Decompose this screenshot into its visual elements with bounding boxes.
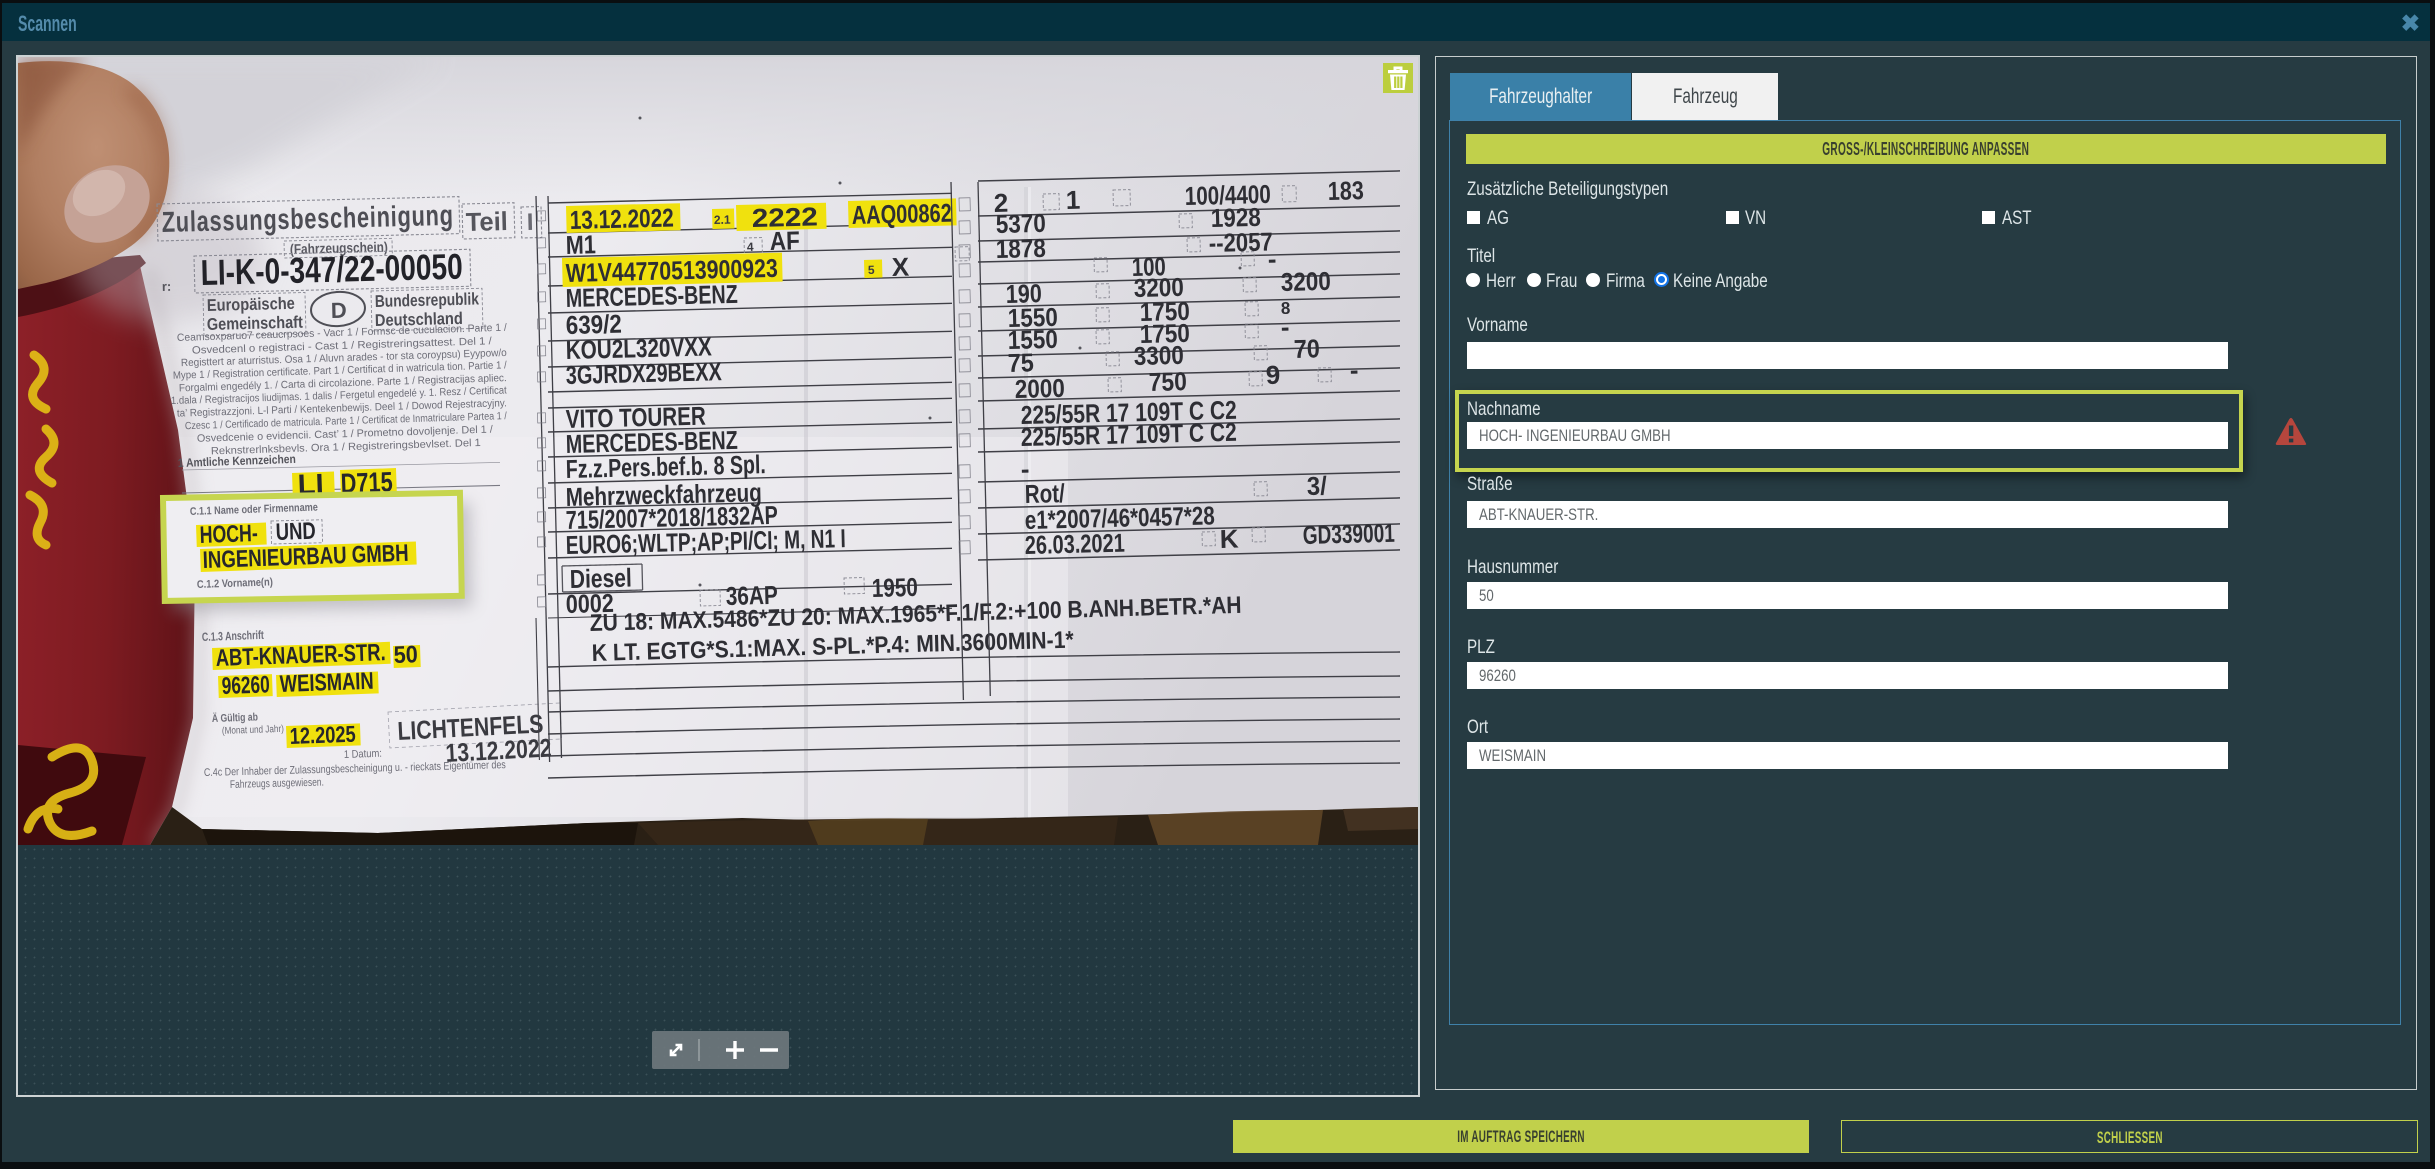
svg-text:AF: AF bbox=[769, 225, 800, 256]
svg-text:Europäische: Europäische bbox=[207, 294, 295, 315]
svg-text:3/: 3/ bbox=[1306, 471, 1327, 501]
svg-text:GD339001: GD339001 bbox=[1302, 518, 1395, 550]
svg-text:Teil: Teil bbox=[465, 206, 508, 237]
svg-text:1878: 1878 bbox=[995, 233, 1046, 264]
svg-text:K: K bbox=[1219, 524, 1239, 554]
svg-text:1: 1 bbox=[1065, 185, 1080, 215]
svg-text:2.1: 2.1 bbox=[714, 213, 731, 227]
svg-text:-: - bbox=[1349, 355, 1358, 385]
svg-text:Fahrzeugs ausgewiesen.: Fahrzeugs ausgewiesen. bbox=[230, 777, 324, 791]
svg-text:183: 183 bbox=[1327, 175, 1364, 206]
svg-text:225/55R 17 109T C C2: 225/55R 17 109T C C2 bbox=[1020, 417, 1237, 452]
svg-text:(Monat und Jahr): (Monat und Jahr) bbox=[222, 724, 284, 737]
svg-text:X: X bbox=[891, 252, 910, 282]
svg-text:1950: 1950 bbox=[871, 572, 918, 603]
svg-text:Bundesrepublik: Bundesrepublik bbox=[375, 289, 480, 311]
svg-text:70: 70 bbox=[1293, 333, 1320, 364]
svg-text:750: 750 bbox=[1148, 366, 1187, 397]
svg-text:D: D bbox=[331, 298, 347, 323]
svg-text:26.03.2021: 26.03.2021 bbox=[1024, 528, 1125, 560]
svg-text:I: I bbox=[526, 209, 533, 236]
svg-text:WEISMAIN: WEISMAIN bbox=[279, 668, 374, 698]
svg-text:50: 50 bbox=[393, 641, 418, 669]
svg-text:5: 5 bbox=[868, 263, 875, 277]
svg-text:C.1.3 Anschrift: C.1.3 Anschrift bbox=[202, 628, 264, 644]
svg-text:UND: UND bbox=[275, 518, 316, 546]
svg-text:3GJRDX29BEXX: 3GJRDX29BEXX bbox=[565, 356, 722, 390]
svg-text:12.2025: 12.2025 bbox=[289, 721, 356, 749]
svg-text:96260: 96260 bbox=[221, 671, 270, 700]
svg-text:-: - bbox=[1267, 244, 1276, 274]
svg-text:AAQ00862: AAQ00862 bbox=[851, 198, 952, 230]
svg-text:M1: M1 bbox=[565, 229, 596, 260]
svg-text:-: - bbox=[1280, 312, 1289, 342]
svg-text:Ä Gültig ab: Ä Gültig ab bbox=[212, 710, 259, 725]
svg-text:1 Datum:: 1 Datum: bbox=[344, 748, 382, 761]
svg-text:r:: r: bbox=[162, 279, 172, 294]
svg-text:3200: 3200 bbox=[1280, 266, 1331, 297]
svg-text:4: 4 bbox=[747, 240, 754, 254]
svg-text:9: 9 bbox=[1265, 360, 1280, 390]
svg-text:MERCEDES-BENZ: MERCEDES-BENZ bbox=[565, 279, 738, 313]
